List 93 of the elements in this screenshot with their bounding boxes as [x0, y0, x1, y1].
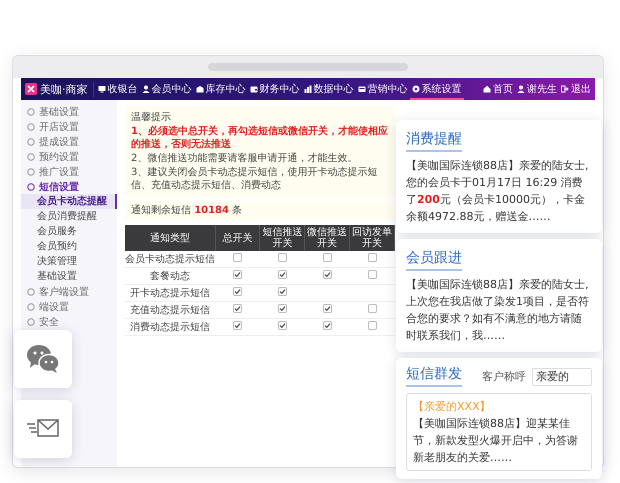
checkbox[interactable]: [322, 321, 332, 330]
balance-unit: 条: [232, 205, 242, 216]
sidebar-subitem[interactable]: 会员服务: [21, 224, 117, 239]
column-header: 总开关: [215, 225, 260, 251]
tips-title: 温馨提示: [131, 111, 172, 124]
checkbox[interactable]: [322, 270, 332, 279]
circle-icon: [27, 152, 35, 160]
nav-tab[interactable]: 数据中心: [302, 78, 356, 100]
user-menu-link[interactable]: 谢先生: [527, 82, 557, 96]
table-cell: 充值动态提示短信: [125, 302, 215, 318]
sidebar-item[interactable]: 开店设置: [39, 120, 79, 134]
column-header: 短信推送开关: [260, 225, 305, 251]
checkbox[interactable]: [278, 287, 287, 296]
card-title: 消费提醒: [406, 131, 462, 152]
home-icon: [483, 85, 491, 93]
user-menu-link[interactable]: 首页: [493, 82, 513, 96]
card-icon: [358, 85, 366, 93]
nav-tab[interactable]: 系统设置: [410, 78, 464, 100]
nav-tab[interactable]: 会员中心: [140, 78, 194, 100]
sidebar-item[interactable]: 推广设置: [39, 164, 79, 178]
checkbox[interactable]: [278, 253, 287, 262]
logo-icon: [25, 83, 37, 95]
sidebar-item[interactable]: 基础设置: [39, 104, 79, 118]
sidebar-subitem[interactable]: 基础设置: [21, 269, 117, 284]
sidebar-subitem[interactable]: 决策管理: [21, 254, 117, 269]
nav-tab[interactable]: 库存中心: [194, 78, 248, 100]
tip-text: 2、微信推送功能需要请客服申请开通，才能生效。: [131, 152, 358, 165]
balance-count: 10184: [194, 205, 229, 216]
circle-icon: [27, 168, 35, 176]
checkbox[interactable]: [278, 304, 287, 313]
circle-icon: [27, 302, 35, 310]
sidebar-item[interactable]: 提成设置: [39, 134, 79, 148]
user-menu-link[interactable]: 退出: [571, 82, 591, 96]
user-icon: [517, 85, 525, 93]
checkbox[interactable]: [232, 270, 242, 279]
circle-icon: [27, 182, 35, 190]
checkbox[interactable]: [322, 304, 332, 313]
checkbox[interactable]: [278, 270, 287, 279]
gear-icon: [412, 85, 420, 93]
sidebar-subitem[interactable]: 会员消费提醒: [21, 209, 117, 224]
checkbox[interactable]: [232, 253, 242, 262]
checkbox[interactable]: [368, 304, 377, 313]
checkbox[interactable]: [232, 304, 242, 313]
checkbox[interactable]: [278, 321, 287, 330]
table-cell: 开卡动态提示短信: [125, 284, 215, 302]
circle-icon: [27, 108, 35, 116]
monitor-icon: [98, 85, 106, 93]
column-header: 回访发单开关: [350, 225, 394, 251]
name-field[interactable]: 亲爱的: [532, 368, 592, 386]
exit-icon: [561, 85, 569, 93]
sidebar-item[interactable]: 安全: [39, 314, 59, 328]
sidebar-item[interactable]: 预约设置: [39, 150, 79, 164]
column-header: 微信推送开关: [304, 225, 350, 251]
wechat-tile[interactable]: [14, 330, 72, 388]
circle-icon: [27, 122, 35, 130]
message-text: 【美咖国际连锁88店】亲爱的陆女士,您的会员卡于01月17日 16:29 消费了200元（会员卡10000元），卡金余额4972.88元，赠送金……: [406, 158, 590, 225]
checkbox[interactable]: [368, 253, 377, 262]
checkbox[interactable]: [232, 321, 242, 330]
nav-tab[interactable]: 营销中心: [356, 78, 410, 100]
checkbox[interactable]: [368, 270, 377, 279]
balance-label: 通知剩余短信: [131, 205, 191, 216]
wallet-icon: [250, 85, 258, 93]
sidebar-subitem[interactable]: 会员卡动态提醒: [21, 194, 117, 209]
circle-icon: [27, 288, 35, 296]
card-title: 短信群发: [406, 366, 462, 387]
checkbox[interactable]: [322, 253, 332, 262]
checkbox[interactable]: [232, 287, 242, 296]
table-cell: 消费动态提示短信: [125, 318, 215, 336]
bar-chart-icon: [304, 85, 312, 93]
field-label: 客户称呼: [482, 369, 526, 384]
tip-text: 3、建议关闭会员卡动态提示短信，使用开卡动态提示短信、充值动态提示短信、消费动态: [131, 166, 378, 192]
circle-icon: [27, 318, 35, 326]
envelope-icon: [26, 418, 60, 440]
user-icon: [142, 85, 150, 93]
mail-tile[interactable]: [14, 400, 72, 458]
column-header: 通知类型: [125, 225, 215, 251]
message-field[interactable]: 【亲爱的XXX】 【美咖国际连锁88店】迎某某佳节，新款发型火爆开启中，为答谢新老朋友的关爱……: [406, 393, 592, 471]
sidebar-item[interactable]: 端设置: [39, 300, 69, 314]
tip-text: 1、必须选中总开关，再勾选短信或微信开关，才能使相应的推送，否则无法推送: [131, 125, 389, 151]
logo-text: 美咖·商家: [40, 82, 88, 96]
nav-tab[interactable]: 财务中心: [248, 78, 302, 100]
box-icon: [196, 85, 204, 93]
table-cell: 套餐动态: [125, 268, 215, 284]
circle-icon: [27, 138, 35, 146]
sidebar-item[interactable]: 短信设置: [39, 180, 79, 194]
checkbox[interactable]: [368, 321, 377, 330]
sidebar-item[interactable]: 客户端设置: [39, 284, 89, 298]
message-text: 【美咖国际连锁88店】亲爱的陆女士,上次您在我店做了染发1项目，是否符合您的要求？如有不满意的地方请随时联系我们，我……: [406, 277, 590, 344]
nav-tab[interactable]: 收银台: [96, 78, 140, 100]
table-cell: 会员卡动态提示短信: [125, 251, 215, 268]
sidebar-subitem[interactable]: 会员预约: [21, 239, 117, 254]
chat-bubbles-icon: [26, 344, 60, 374]
card-title: 会员跟进: [406, 250, 462, 271]
